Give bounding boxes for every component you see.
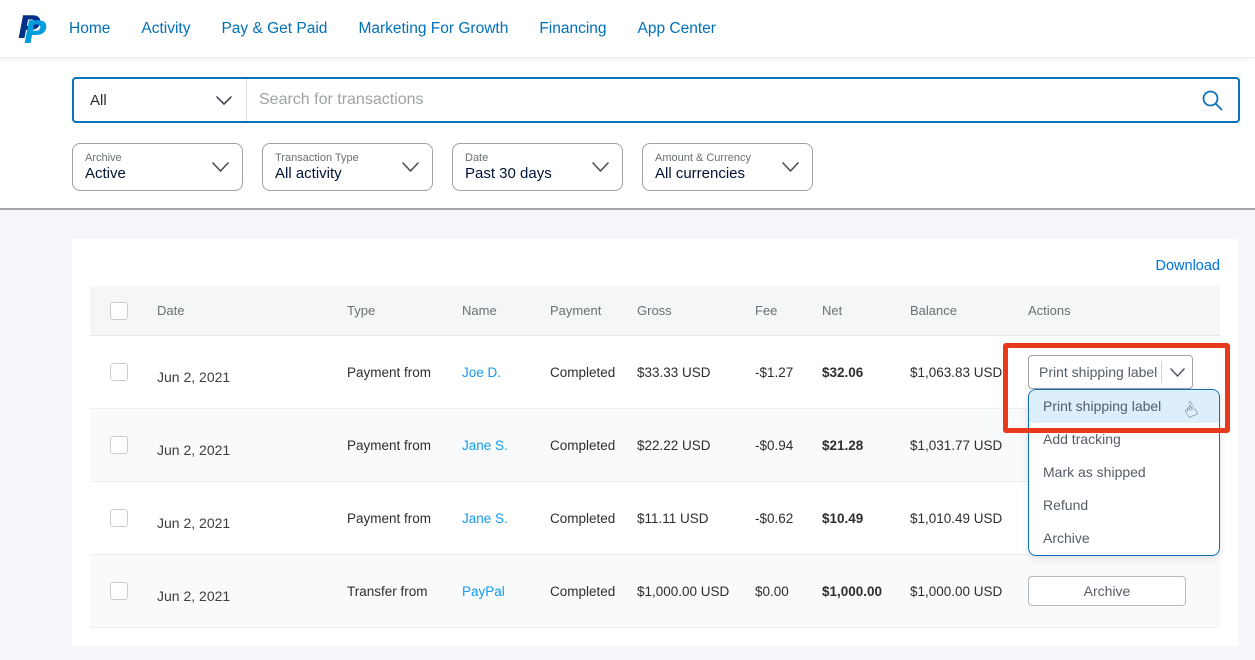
cell-balance: $1,010.49 USD <box>910 511 1028 526</box>
filter-amount-currency-label: Amount & Currency <box>655 152 751 164</box>
menu-item-archive[interactable]: Archive <box>1029 522 1219 555</box>
search-bar: All <box>72 77 1240 123</box>
download-link[interactable]: Download <box>1156 258 1221 274</box>
top-navigation: P P Home Activity Pay & Get Paid Marketi… <box>0 0 1255 57</box>
chevron-down-icon <box>402 162 419 172</box>
menu-item-refund[interactable]: Refund <box>1029 489 1219 522</box>
filter-archive[interactable]: Archive Active <box>72 143 243 191</box>
archive-button[interactable]: Archive <box>1028 576 1186 606</box>
cell-type: Payment from <box>347 438 462 453</box>
nav-links: Home Activity Pay & Get Paid Marketing F… <box>69 20 716 38</box>
cell-name-link[interactable]: PayPal <box>462 584 505 599</box>
cell-name-link[interactable]: Joe D. <box>462 365 501 380</box>
cell-type: Payment from <box>347 365 462 380</box>
cell-fee: -$0.62 <box>755 511 822 526</box>
filter-transaction-type-label: Transaction Type <box>275 152 359 164</box>
chevron-down-icon <box>212 162 229 172</box>
cell-net: $32.06 <box>822 365 910 380</box>
header-fee: Fee <box>755 303 822 318</box>
search-input[interactable] <box>247 79 1201 121</box>
chevron-down-icon <box>1162 368 1192 377</box>
header-date: Date <box>157 303 347 318</box>
row-checkbox[interactable] <box>110 363 128 381</box>
filter-transaction-type[interactable]: Transaction Type All activity <box>262 143 433 191</box>
header-net: Net <box>822 303 910 318</box>
header-balance: Balance <box>910 303 1028 318</box>
search-scope-value: All <box>90 92 107 109</box>
filter-archive-label: Archive <box>85 152 126 164</box>
header-actions: Actions <box>1028 303 1220 318</box>
cell-net: $10.49 <box>822 511 910 526</box>
nav-item-financing[interactable]: Financing <box>539 20 606 38</box>
nav-item-home[interactable]: Home <box>69 20 110 38</box>
cell-net: $21.28 <box>822 438 910 453</box>
cell-gross: $22.22 USD <box>637 438 755 453</box>
cell-gross: $33.33 USD <box>637 365 755 380</box>
chevron-down-icon <box>782 162 799 172</box>
cell-date: Jun 2, 2021 <box>157 442 347 458</box>
row-checkbox[interactable] <box>110 436 128 454</box>
download-row: Download <box>90 239 1220 286</box>
cell-date: Jun 2, 2021 <box>157 588 347 604</box>
cell-balance: $1,031.77 USD <box>910 438 1028 453</box>
cell-date: Jun 2, 2021 <box>157 515 347 531</box>
action-dropdown-label: Print shipping label <box>1029 364 1161 380</box>
nav-item-activity[interactable]: Activity <box>141 20 190 38</box>
cell-fee: $0.00 <box>755 584 822 599</box>
table-row: Jun 2, 2021 Transfer from PayPal Complet… <box>90 555 1220 628</box>
cell-balance: $1,063.83 USD <box>910 365 1028 380</box>
cell-payment-status: Completed <box>550 584 637 599</box>
filter-row: Archive Active Transaction Type All acti… <box>72 143 1255 191</box>
header-gross: Gross <box>637 303 755 318</box>
chevron-down-icon <box>592 162 609 172</box>
row-checkbox[interactable] <box>110 582 128 600</box>
header-type: Type <box>347 303 462 318</box>
cell-net: $1,000.00 <box>822 584 910 599</box>
filter-amount-currency[interactable]: Amount & Currency All currencies <box>642 143 813 191</box>
search-icon[interactable] <box>1201 89 1224 112</box>
cell-payment-status: Completed <box>550 511 637 526</box>
table-header-row: Date Type Name Payment Gross Fee Net Bal… <box>90 286 1220 336</box>
search-filter-section: All Archive Active Transaction Type All … <box>0 57 1255 210</box>
row-checkbox[interactable] <box>110 509 128 527</box>
cell-name-link[interactable]: Jane S. <box>462 511 508 526</box>
cell-fee: -$1.27 <box>755 365 822 380</box>
cell-fee: -$0.94 <box>755 438 822 453</box>
cell-type: Transfer from <box>347 584 462 599</box>
chevron-down-icon <box>216 96 232 105</box>
paypal-logo-icon[interactable]: P P <box>12 9 54 49</box>
menu-item-mark-as-shipped[interactable]: Mark as shipped <box>1029 456 1219 489</box>
cell-gross: $1,000.00 USD <box>637 584 755 599</box>
menu-item-add-tracking[interactable]: Add tracking <box>1029 423 1219 456</box>
filter-date-value: Past 30 days <box>465 165 552 182</box>
cell-type: Payment from <box>347 511 462 526</box>
cell-gross: $11.11 USD <box>637 511 755 526</box>
nav-item-pay-get-paid[interactable]: Pay & Get Paid <box>221 20 327 38</box>
filter-archive-value: Active <box>85 165 126 182</box>
header-name: Name <box>462 303 550 318</box>
page: P P Home Activity Pay & Get Paid Marketi… <box>0 0 1255 660</box>
nav-item-app-center[interactable]: App Center <box>638 20 716 38</box>
select-all-checkbox[interactable] <box>110 302 128 320</box>
filter-amount-currency-value: All currencies <box>655 165 751 182</box>
filter-transaction-type-value: All activity <box>275 165 359 182</box>
filter-date-label: Date <box>465 152 552 164</box>
cell-payment-status: Completed <box>550 438 637 453</box>
action-dropdown-button[interactable]: Print shipping label <box>1028 355 1193 389</box>
cell-payment-status: Completed <box>550 365 637 380</box>
nav-item-marketing-for-growth[interactable]: Marketing For Growth <box>358 20 508 38</box>
cell-date: Jun 2, 2021 <box>157 369 347 385</box>
cell-name-link[interactable]: Jane S. <box>462 438 508 453</box>
filter-date[interactable]: Date Past 30 days <box>452 143 623 191</box>
header-payment: Payment <box>550 303 637 318</box>
search-scope-dropdown[interactable]: All <box>74 79 247 121</box>
cell-balance: $1,000.00 USD <box>910 584 1028 599</box>
